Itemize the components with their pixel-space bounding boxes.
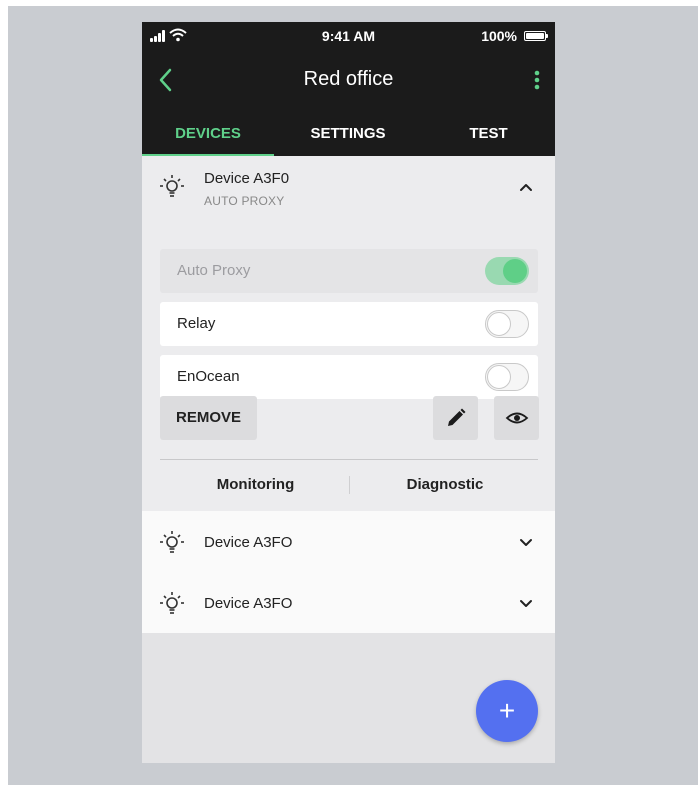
- view-button[interactable]: [494, 396, 539, 440]
- add-device-button[interactable]: +: [476, 680, 538, 742]
- battery-percent: 100%: [481, 28, 517, 44]
- eye-icon: [505, 412, 529, 424]
- kebab-menu-icon[interactable]: [529, 66, 545, 94]
- tab-bar: DEVICES SETTINGS TEST: [142, 122, 555, 156]
- tab-settings[interactable]: SETTINGS: [282, 122, 414, 156]
- option-label: EnOcean: [177, 368, 240, 385]
- device-subtitle: AUTO PROXY: [204, 194, 285, 208]
- remove-button[interactable]: REMOVE: [160, 396, 257, 440]
- list-item[interactable]: Device A3FO: [142, 511, 555, 571]
- edit-button[interactable]: [433, 396, 478, 440]
- chevron-down-icon[interactable]: [519, 599, 533, 609]
- device-list: Device A3FO Device A3FO: [142, 511, 555, 633]
- expanded-device-card: Device A3F0 AUTO PROXY Auto Proxy Relay …: [142, 156, 555, 511]
- enocean-toggle[interactable]: [485, 363, 529, 391]
- auto-proxy-toggle[interactable]: [485, 257, 529, 285]
- chevron-up-icon[interactable]: [519, 182, 533, 192]
- option-relay: Relay: [160, 302, 538, 346]
- option-enocean: EnOcean: [160, 355, 538, 399]
- nav-bar: Red office: [142, 60, 555, 100]
- device-name: Device A3F0: [204, 170, 290, 187]
- lightbulb-icon: [160, 592, 184, 614]
- lightbulb-icon: [160, 531, 184, 553]
- relay-toggle[interactable]: [485, 310, 529, 338]
- monitoring-link[interactable]: Monitoring: [182, 476, 329, 493]
- app-header: 9:41 AM 100% Red office DEVICES SETTINGS: [142, 22, 555, 156]
- battery-icon: [524, 31, 548, 41]
- diagnostic-link[interactable]: Diagnostic: [370, 476, 520, 493]
- option-label: Relay: [177, 315, 216, 332]
- tab-devices[interactable]: DEVICES: [142, 122, 274, 156]
- list-item[interactable]: Device A3FO: [142, 572, 555, 632]
- phone-screen: 9:41 AM 100% Red office DEVICES SETTINGS: [142, 22, 555, 763]
- divider: [160, 459, 538, 460]
- lightbulb-icon: [160, 175, 184, 197]
- pencil-icon: [448, 408, 466, 426]
- device-header[interactable]: Device A3F0 AUTO PROXY: [142, 156, 555, 216]
- page-title: Red office: [303, 68, 394, 90]
- link-separator: [349, 476, 350, 494]
- tab-test[interactable]: TEST: [422, 122, 555, 156]
- device-name: Device A3FO: [204, 534, 293, 551]
- device-name: Device A3FO: [204, 595, 293, 612]
- plus-icon: +: [498, 695, 516, 726]
- chevron-down-icon[interactable]: [519, 538, 533, 548]
- option-auto-proxy: Auto Proxy: [160, 249, 538, 293]
- canvas: 9:41 AM 100% Red office DEVICES SETTINGS: [0, 0, 698, 787]
- option-label: Auto Proxy: [177, 262, 251, 279]
- status-bar: 9:41 AM 100%: [142, 22, 555, 50]
